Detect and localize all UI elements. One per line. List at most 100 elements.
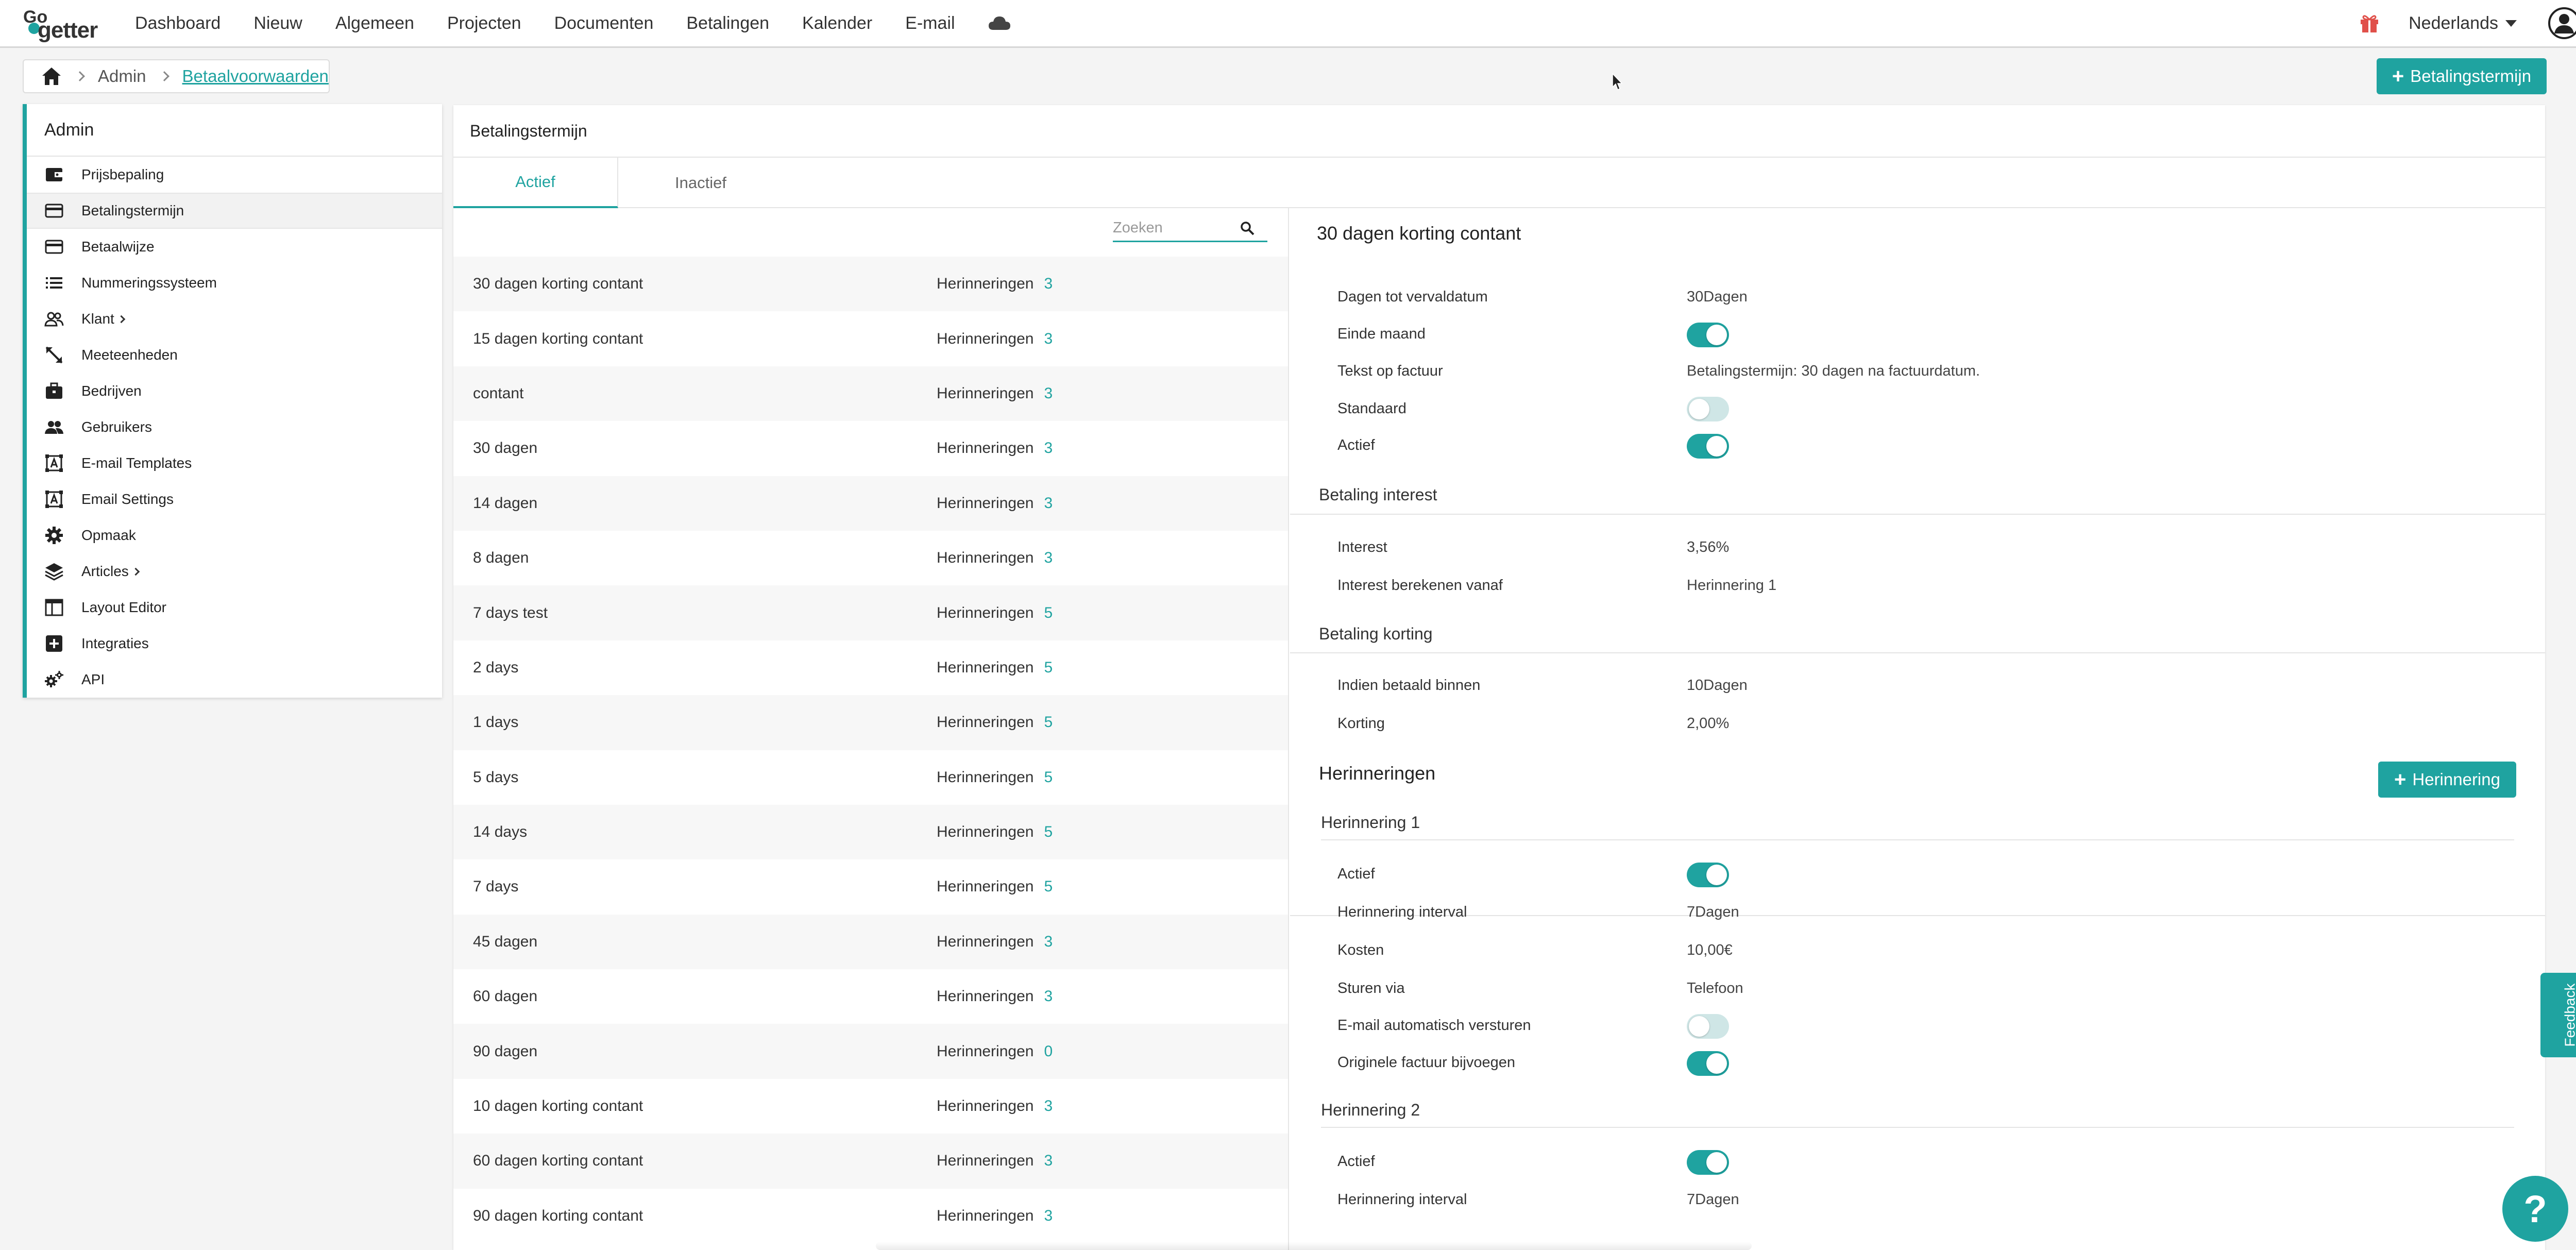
sidebar-item-prijsbepaling[interactable]: Prijsbepaling	[27, 157, 442, 193]
term-name: 7 days test	[473, 604, 548, 621]
field-label: Standaard	[1337, 400, 1406, 417]
users-icon	[44, 312, 64, 327]
reminder-2-actief-toggle[interactable]	[1687, 1150, 1729, 1175]
search-input[interactable]	[1113, 219, 1236, 237]
sidebar-item-nummeringssysteem[interactable]: Nummeringssysteem	[27, 265, 442, 301]
breadcrumb-admin[interactable]: Admin	[98, 66, 146, 86]
cloud-icon[interactable]	[988, 15, 1011, 31]
tab-actief[interactable]: Actief	[453, 158, 618, 208]
sidebar-item-layout-editor[interactable]: Layout Editor	[27, 589, 442, 626]
field-value: 7Dagen	[1687, 1191, 1739, 1208]
toggle-knob	[1706, 325, 1727, 345]
home-icon[interactable]	[41, 66, 62, 86]
help-button[interactable]: ?	[2502, 1176, 2568, 1242]
reminders-count: 0	[1044, 1042, 1053, 1060]
sidebar-item-meeteenheden[interactable]: Meeteenheden	[27, 337, 442, 373]
sidebar-item-opmaak[interactable]: Opmaak	[27, 517, 442, 553]
table-row[interactable]: 2 days Herinneringen 5	[453, 640, 1288, 695]
email-auto-send-toggle[interactable]	[1687, 1014, 1729, 1039]
sidebar-item-label: Klant	[81, 311, 114, 327]
reminders-count: 3	[1044, 549, 1053, 567]
language-selector[interactable]: Nederlands	[2409, 13, 2517, 33]
term-rows: 30 dagen korting contant Herinneringen 3 1…	[453, 257, 1288, 1243]
sidebar-item-label: Integraties	[81, 635, 149, 651]
sidebar-item-email-settings[interactable]: Email Settings	[27, 481, 442, 517]
breadcrumb-current[interactable]: Betaalvoorwaarden	[182, 66, 329, 86]
sidebar-title: Admin	[27, 104, 442, 157]
nav-projecten[interactable]: Projecten	[447, 13, 521, 33]
nav-kalender[interactable]: Kalender	[802, 13, 872, 33]
term-name: 8 dagen	[473, 549, 529, 567]
table-row[interactable]: 45 dagen Herinneringen 3	[453, 914, 1288, 970]
table-row[interactable]: contant Herinneringen 3	[453, 366, 1288, 421]
table-row[interactable]: 10 dagen korting contant Herinneringen 3	[453, 1079, 1288, 1134]
attach-invoice-toggle[interactable]	[1687, 1051, 1729, 1076]
sidebar-item-gebruikers[interactable]: Gebruikers	[27, 409, 442, 445]
table-row[interactable]: 30 dagen korting contant Herinneringen 3	[453, 257, 1288, 312]
table-row[interactable]: 15 dagen korting contant Herinneringen 3	[453, 311, 1288, 366]
table-row[interactable]: 60 dagen Herinneringen 3	[453, 969, 1288, 1024]
search-icon[interactable]	[1240, 221, 1255, 236]
add-reminder-button[interactable]: + Herinnering	[2378, 762, 2516, 798]
gogetter-logo[interactable]: Go getter	[23, 7, 106, 43]
field-label: E-mail automatisch versturen	[1337, 1017, 1531, 1034]
table-row[interactable]: 90 dagen Herinneringen 0	[453, 1024, 1288, 1079]
standaard-toggle[interactable]	[1687, 397, 1729, 421]
actief-toggle[interactable]	[1687, 434, 1729, 459]
reminders-label: Herinneringen	[937, 988, 1034, 1005]
field-label: Interest berekenen vanaf	[1337, 577, 1503, 594]
credit-card-icon	[45, 204, 63, 218]
gift-icon[interactable]	[2359, 13, 2380, 33]
nav-right: Nederlands	[2359, 0, 2576, 46]
add-payment-term-button[interactable]: + Betalingstermijn	[2377, 58, 2547, 94]
table-row[interactable]: 60 dagen korting contant Herinneringen 3	[453, 1134, 1288, 1189]
tab-inactief[interactable]: Inactief	[618, 158, 783, 208]
feedback-label: Feedback	[2562, 983, 2576, 1047]
sidebar-item-klant[interactable]: Klant	[27, 301, 442, 337]
sidebar-item-api[interactable]: API	[27, 662, 442, 698]
language-label: Nederlands	[2409, 13, 2498, 33]
sidebar-item-betaalwijze[interactable]: Betaalwijze	[27, 229, 442, 265]
sidebar-item-articles[interactable]: Articles	[27, 553, 442, 589]
einde-maand-toggle[interactable]	[1687, 323, 1729, 347]
nav-dashboard[interactable]: Dashboard	[135, 13, 221, 33]
reminders-count: 3	[1044, 494, 1053, 512]
field-label: Actief	[1337, 437, 1375, 453]
sidebar-item-bedrijven[interactable]: Bedrijven	[27, 373, 442, 409]
credit-card-icon	[45, 240, 63, 254]
add-payment-term-label: Betalingstermijn	[2410, 66, 2532, 86]
table-row[interactable]: 1 days Herinneringen 5	[453, 695, 1288, 750]
field-label: Originele factuur bijvoegen	[1337, 1054, 1515, 1071]
reminders-title: Herinneringen	[1319, 763, 1436, 784]
nav-nieuw[interactable]: Nieuw	[253, 13, 302, 33]
sidebar-item-email-templates[interactable]: E-mail Templates	[27, 445, 442, 481]
logo-getter: getter	[38, 18, 98, 43]
divider	[1321, 839, 2514, 840]
sidebar-item-betalingstermijn[interactable]: Betalingstermijn	[27, 193, 442, 229]
sidebar-item-integraties[interactable]: Integraties	[27, 626, 442, 662]
table-row[interactable]: 14 dagen Herinneringen 3	[453, 476, 1288, 531]
nav-email[interactable]: E-mail	[905, 13, 955, 33]
reminder-1-actief-toggle[interactable]	[1687, 863, 1729, 887]
nav-algemeen[interactable]: Algemeen	[335, 13, 414, 33]
reminders-label: Herinneringen	[937, 330, 1034, 347]
table-row[interactable]: 30 dagen Herinneringen 3	[453, 421, 1288, 476]
table-row[interactable]: 7 days Herinneringen 5	[453, 859, 1288, 914]
nav-betalingen[interactable]: Betalingen	[686, 13, 769, 33]
table-row[interactable]: 90 dagen korting contant Herinneringen 3	[453, 1189, 1288, 1243]
user-icon[interactable]	[2548, 7, 2576, 40]
table-row[interactable]: 7 days test Herinneringen 5	[453, 585, 1288, 640]
plus-icon: +	[2392, 65, 2404, 88]
field-value: 3,56%	[1687, 539, 1730, 555]
feedback-tab[interactable]: Feedback	[2540, 973, 2576, 1057]
caret-down-icon	[2505, 20, 2517, 27]
field-label: Actief	[1337, 1153, 1375, 1170]
nav-documenten[interactable]: Documenten	[554, 13, 654, 33]
sidebar-item-label: Bedrijven	[81, 383, 142, 399]
field-label: Herinnering interval	[1337, 1191, 1467, 1208]
table-row[interactable]: 5 days Herinneringen 5	[453, 750, 1288, 805]
table-row[interactable]: 14 days Herinneringen 5	[453, 804, 1288, 860]
reminders-count: 5	[1044, 823, 1053, 841]
table-row[interactable]: 8 dagen Herinneringen 3	[453, 531, 1288, 585]
field-value: Betalingstermijn: 30 dagen na factuurdat…	[1687, 363, 1980, 379]
